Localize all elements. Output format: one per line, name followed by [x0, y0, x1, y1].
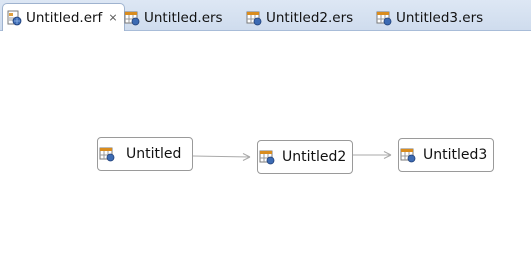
schema-node-icon [259, 149, 275, 165]
connector-untitled2-to-untitled3[interactable] [353, 151, 392, 159]
diagram-node-untitled2[interactable]: Untitled2 [257, 140, 353, 174]
editor-window: Untitled.erf ⨯ Untitled.ers Untitled2.er… [0, 0, 531, 261]
node-label: Untitled3 [423, 147, 488, 163]
node-label: Untitled2 [282, 149, 347, 165]
node-label: Untitled [126, 146, 182, 162]
connector-untitled-to-untitled2[interactable] [192, 153, 251, 161]
diagram-node-untitled3[interactable]: Untitled3 [398, 138, 494, 172]
diagram-node-untitled[interactable]: Untitled [97, 137, 193, 171]
schema-node-icon [99, 146, 115, 162]
schema-node-icon [400, 147, 416, 163]
diagram-connectors [192, 151, 392, 161]
